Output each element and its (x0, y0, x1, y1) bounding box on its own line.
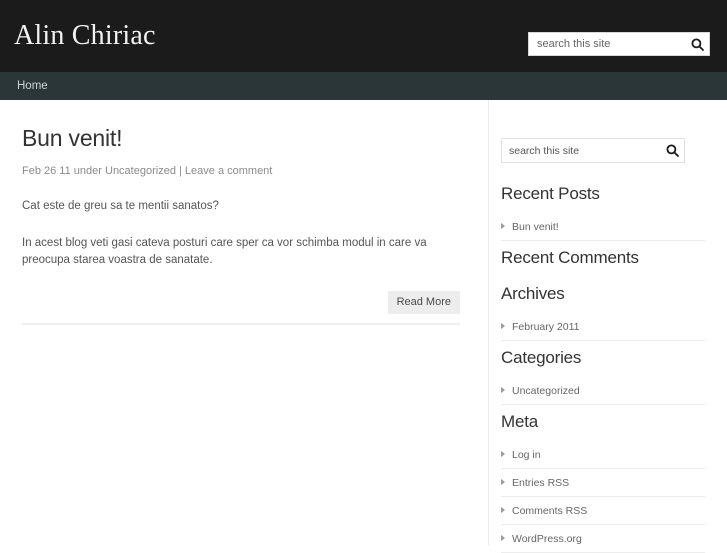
post-paragraph: In acest blog veti gasi cateva posturi c… (22, 237, 427, 266)
post-meta-under: under (73, 165, 102, 177)
post-title: Bun venit! (22, 125, 123, 151)
post-paragraph: Cat este de greu sa te mentii sanatos? (22, 200, 219, 212)
read-more-row: Read More (22, 291, 460, 314)
post-meta-separator: | (179, 165, 182, 177)
list-item[interactable]: Uncategorized (501, 377, 705, 405)
widget-recent-posts: Recent Posts Bun venit! (501, 177, 705, 241)
widget-title: Recent Comments (501, 248, 639, 267)
list-item-link[interactable]: Log in (512, 448, 541, 463)
widget-categories: Categories Uncategorized (501, 341, 705, 405)
triangle-bullet-icon (501, 323, 505, 329)
widget-archives: Archives February 2011 (501, 277, 705, 341)
list-item[interactable]: February 2011 (501, 313, 705, 341)
list-item-link[interactable]: February 2011 (512, 320, 580, 335)
list-item[interactable]: Entries RSS (501, 469, 705, 497)
post-divider (22, 323, 460, 325)
sidebar-search-box[interactable] (501, 138, 685, 163)
triangle-bullet-icon (501, 507, 505, 513)
list-item-link[interactable]: Entries RSS (512, 476, 569, 491)
widget-title: Meta (501, 412, 538, 431)
sidebar-search-input[interactable] (502, 139, 660, 162)
nav-item-home[interactable]: Home (0, 72, 62, 100)
list-item[interactable]: Log in (501, 441, 705, 469)
main-content: Bun venit! Feb 26 11 under Uncategorized… (0, 100, 489, 545)
read-more-button[interactable]: Read More (387, 291, 460, 314)
sidebar-search-button[interactable] (660, 140, 684, 162)
main-navigation: Home (0, 72, 727, 100)
widget-list: Uncategorized (501, 377, 705, 405)
triangle-bullet-icon (501, 451, 505, 457)
list-item-link[interactable]: Uncategorized (512, 384, 580, 399)
header-search-button[interactable] (685, 33, 709, 55)
post-article: Bun venit! Feb 26 11 under Uncategorized… (22, 124, 460, 325)
post-comments-link[interactable]: Leave a comment (185, 165, 272, 177)
header-search-box[interactable] (528, 32, 710, 56)
site-header: Alin Chiriac (0, 0, 727, 72)
widget-list: Log in Entries RSS Comments RSS WordPres… (501, 441, 705, 553)
list-item[interactable]: Comments RSS (501, 497, 705, 525)
widget-meta: Meta Log in Entries RSS Comments RSS Wor… (501, 405, 705, 553)
triangle-bullet-icon (501, 223, 505, 229)
sidebar: Recent Posts Bun venit! Recent Comments … (489, 100, 727, 553)
widget-recent-comments: Recent Comments (501, 241, 705, 277)
post-date: Feb 26 11 (22, 165, 71, 177)
post-body: Cat este de greu sa te mentii sanatos? I… (22, 198, 460, 269)
site-title: Alin Chiriac (14, 20, 156, 51)
list-item-link[interactable]: Comments RSS (512, 504, 587, 519)
widget-list: February 2011 (501, 313, 705, 341)
triangle-bullet-icon (501, 479, 505, 485)
search-icon (666, 144, 679, 157)
list-item[interactable]: WordPress.org (501, 525, 705, 553)
post-meta: Feb 26 11 under Uncategorized | Leave a … (22, 164, 460, 178)
triangle-bullet-icon (501, 387, 505, 393)
page-body: Bun venit! Feb 26 11 under Uncategorized… (0, 100, 727, 553)
widget-title: Recent Posts (501, 184, 600, 203)
search-icon (691, 38, 704, 51)
triangle-bullet-icon (501, 535, 505, 541)
widget-list: Bun venit! (501, 213, 705, 241)
post-category-link[interactable]: Uncategorized (105, 165, 176, 177)
widget-title: Categories (501, 348, 582, 367)
header-search-input[interactable] (529, 33, 685, 55)
list-item[interactable]: Bun venit! (501, 213, 705, 241)
widget-title: Archives (501, 284, 565, 303)
list-item-link[interactable]: Bun venit! (512, 220, 559, 235)
